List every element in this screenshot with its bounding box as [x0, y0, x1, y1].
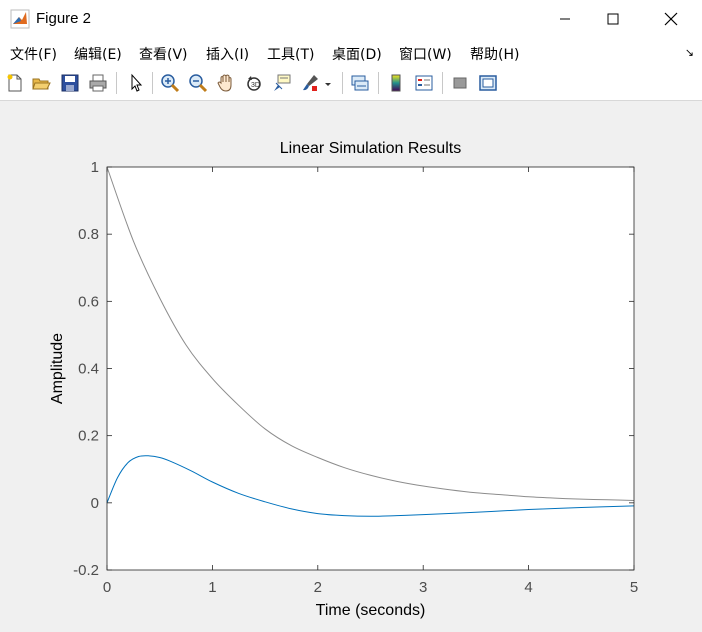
dock-arrow-icon[interactable]: ↘ [685, 46, 694, 59]
svg-text:3D: 3D [251, 82, 260, 89]
y-tick-label: 0.6 [78, 293, 99, 310]
menu-tools[interactable]: 工具(T) [267, 44, 314, 64]
brush-dropdown-icon[interactable] [322, 73, 334, 93]
x-tick-label: 0 [103, 579, 111, 596]
data-cursor-icon[interactable] [272, 73, 292, 93]
y-tick-label: -0.2 [73, 562, 99, 579]
pointer-icon[interactable] [126, 73, 146, 93]
link-plot-icon[interactable] [350, 73, 370, 93]
x-tick-label: 4 [524, 579, 532, 596]
new-figure-icon[interactable] [5, 73, 25, 93]
legend-icon[interactable] [414, 73, 434, 93]
menu-help[interactable]: 帮助(H) [470, 44, 519, 64]
minimize-icon [560, 18, 570, 20]
y-tick-label: 0.4 [78, 361, 99, 378]
colorbar-icon[interactable] [386, 73, 406, 93]
y-axis-label: Amplitude [49, 333, 66, 404]
y-tick-label: 0 [91, 495, 99, 512]
maximize-button[interactable] [590, 0, 636, 38]
zoom-out-icon[interactable] [188, 73, 208, 93]
rotate-3d-icon[interactable]: 3D [244, 73, 264, 93]
save-icon[interactable] [60, 73, 80, 93]
x-tick-label: 5 [630, 579, 638, 596]
window-title: Figure 2 [36, 10, 92, 27]
axes-background [107, 167, 634, 570]
chart-title: Linear Simulation Results [280, 140, 461, 157]
toolbar-separator [152, 72, 153, 94]
zoom-in-icon[interactable] [160, 73, 180, 93]
y-tick-label: 0.8 [78, 226, 99, 243]
y-tick-label: 1 [91, 159, 99, 176]
menu-desktop[interactable]: 桌面(D) [332, 44, 382, 64]
menu-insert[interactable]: 插入(I) [206, 44, 249, 64]
x-tick-label: 1 [208, 579, 216, 596]
toolbar-separator [116, 72, 117, 94]
y-tick-label: 0.2 [78, 428, 99, 445]
minimize-button[interactable] [542, 0, 588, 38]
menu-file[interactable]: 文件(F) [10, 44, 57, 64]
print-icon[interactable] [88, 73, 108, 93]
pan-icon[interactable] [216, 73, 236, 93]
toolbar-separator [442, 72, 443, 94]
open-file-icon[interactable] [31, 73, 51, 93]
menu-bar: 文件(F) 编辑(E) 查看(V) 插入(I) 工具(T) 桌面(D) 窗口(W… [0, 38, 702, 66]
toolbar-separator [342, 72, 343, 94]
menu-window[interactable]: 窗口(W) [399, 44, 452, 64]
x-tick-label: 2 [314, 579, 322, 596]
figure-canvas: 0 1 2 3 4 5 -0.2 0 0.2 0.4 0.6 0.8 1 Linear Simulati… [0, 101, 702, 627]
hide-plot-tools-icon[interactable] [450, 73, 470, 93]
maximize-icon [607, 13, 619, 25]
title-bar: Figure 2 [0, 0, 702, 38]
x-tick-label: 3 [419, 579, 427, 596]
brush-icon[interactable] [300, 73, 320, 93]
toolbar-separator [378, 72, 379, 94]
line-plot[interactable]: 0 1 2 3 4 5-0.200.20.40.60.81 Linear Simulati… [0, 101, 702, 627]
close-button[interactable] [648, 0, 694, 38]
toolbar: 3D [0, 66, 702, 101]
menu-view[interactable]: 查看(V) [139, 44, 188, 64]
x-axis-label: Time (seconds) [316, 602, 426, 619]
close-icon [664, 12, 678, 26]
show-plot-tools-icon[interactable] [478, 73, 498, 93]
menu-edit[interactable]: 编辑(E) [74, 44, 122, 64]
matlab-logo-icon [10, 9, 30, 29]
